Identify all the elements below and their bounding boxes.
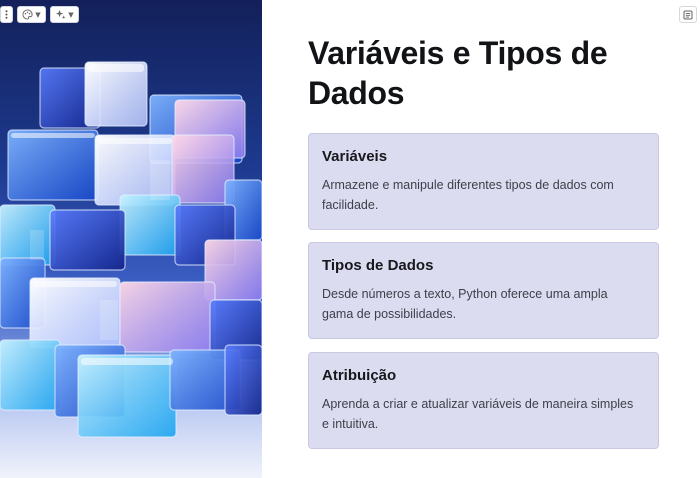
- slide-title: Variáveis e Tipos de Dados: [308, 35, 608, 111]
- more-options-button[interactable]: [0, 6, 13, 23]
- sparkle-icon: [56, 9, 66, 20]
- vertical-dots-icon: [5, 10, 8, 19]
- chevron-down-icon: ▼: [68, 10, 74, 19]
- card-text: Armazene e manipule diferentes tipos de …: [322, 178, 614, 212]
- notes-icon: [683, 10, 693, 19]
- theme-button[interactable]: ▼: [17, 6, 46, 23]
- slide-image: [0, 0, 262, 478]
- notes-button[interactable]: [679, 6, 697, 23]
- ai-assist-button[interactable]: ▼: [50, 6, 79, 23]
- card-variaveis: Variáveis Armazene e manipule diferentes…: [308, 133, 659, 230]
- slide-toolbar: ▼ ▼: [0, 6, 79, 23]
- palette-icon: [22, 9, 33, 20]
- card-title: Atribuição: [322, 367, 397, 384]
- card-title: Variáveis: [322, 148, 388, 165]
- card-text: Desde números a texto, Python oferece um…: [322, 287, 608, 321]
- chevron-down-icon: ▼: [35, 10, 41, 19]
- card-title: Tipos de Dados: [322, 257, 434, 274]
- card-text: Aprenda a criar e atualizar variáveis de…: [322, 397, 634, 431]
- glass-cubes-illustration: [0, 61, 262, 478]
- card-tipos-de-dados: Tipos de Dados Desde números a texto, Py…: [308, 242, 659, 339]
- card-atribuicao: Atribuição Aprenda a criar e atualizar v…: [308, 352, 659, 449]
